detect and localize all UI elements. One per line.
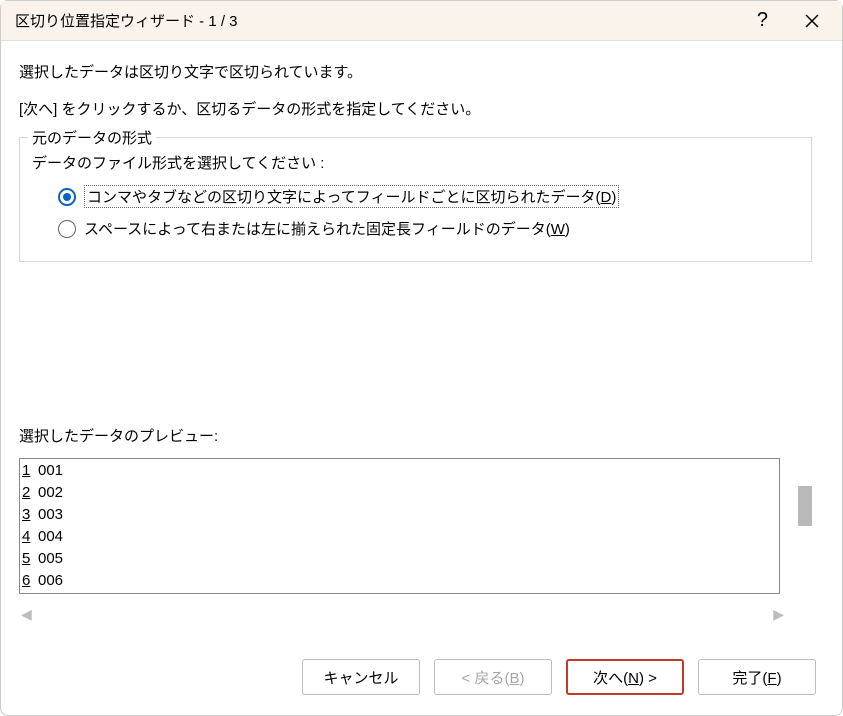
preview-row: 5005 — [20, 547, 779, 569]
scroll-right-arrow-icon[interactable]: ▶ — [773, 606, 784, 623]
preview-row: 6006 — [20, 569, 779, 591]
intro-text-1: 選択したデータは区切り文字で区切られています。 — [19, 61, 812, 82]
finish-button[interactable]: 完了(F) — [698, 659, 816, 695]
radio-icon — [58, 188, 76, 206]
preview-wrapper: 1001 2002 3003 4004 5005 6006 — [19, 458, 812, 594]
next-button[interactable]: 次へ(N) > — [566, 659, 684, 695]
fieldset-legend: 元のデータの形式 — [28, 127, 156, 148]
radio-delimited[interactable]: コンマやタブなどの区切り文字によってフィールドごとに区切られたデータ(D) — [58, 185, 799, 208]
preview-row: 2002 — [20, 481, 779, 503]
titlebar: 区切り位置指定ウィザード - 1 / 3 ? — [1, 1, 842, 41]
radio-delimited-label: コンマやタブなどの区切り文字によってフィールドごとに区切られたデータ(D) — [84, 185, 619, 208]
help-button[interactable]: ? — [749, 7, 776, 34]
preview-row: 1001 — [20, 459, 779, 481]
data-format-fieldset: 元のデータの形式 データのファイル形式を選択してください : コンマやタブなどの… — [19, 137, 812, 262]
preview-row: 3003 — [20, 503, 779, 525]
radio-fixed-width-label: スペースによって右または左に揃えられた固定長フィールドのデータ(W) — [84, 218, 570, 239]
window-title: 区切り位置指定ウィザード - 1 / 3 — [15, 10, 749, 31]
close-icon — [804, 13, 820, 29]
fieldset-prompt: データのファイル形式を選択してください : — [32, 152, 799, 173]
vertical-scrollbar-thumb[interactable] — [798, 486, 812, 526]
intro-text-2: [次へ] をクリックするか、区切るデータの形式を指定してください。 — [19, 98, 812, 119]
preview-row: 4004 — [20, 525, 779, 547]
preview-label: 選択したデータのプレビュー: — [19, 425, 812, 446]
cancel-button[interactable]: キャンセル — [302, 659, 420, 695]
radio-icon — [58, 220, 76, 238]
close-button[interactable] — [796, 11, 828, 31]
back-button: < 戻る(B) — [434, 659, 552, 695]
scroll-left-arrow-icon[interactable]: ◀ — [21, 606, 32, 623]
radio-fixed-width[interactable]: スペースによって右または左に揃えられた固定長フィールドのデータ(W) — [58, 218, 799, 239]
preview-box: 1001 2002 3003 4004 5005 6006 — [19, 458, 780, 594]
horizontal-scroll-row: ◀ ▶ — [19, 602, 812, 627]
button-row: キャンセル < 戻る(B) 次へ(N) > 完了(F) — [1, 641, 842, 715]
